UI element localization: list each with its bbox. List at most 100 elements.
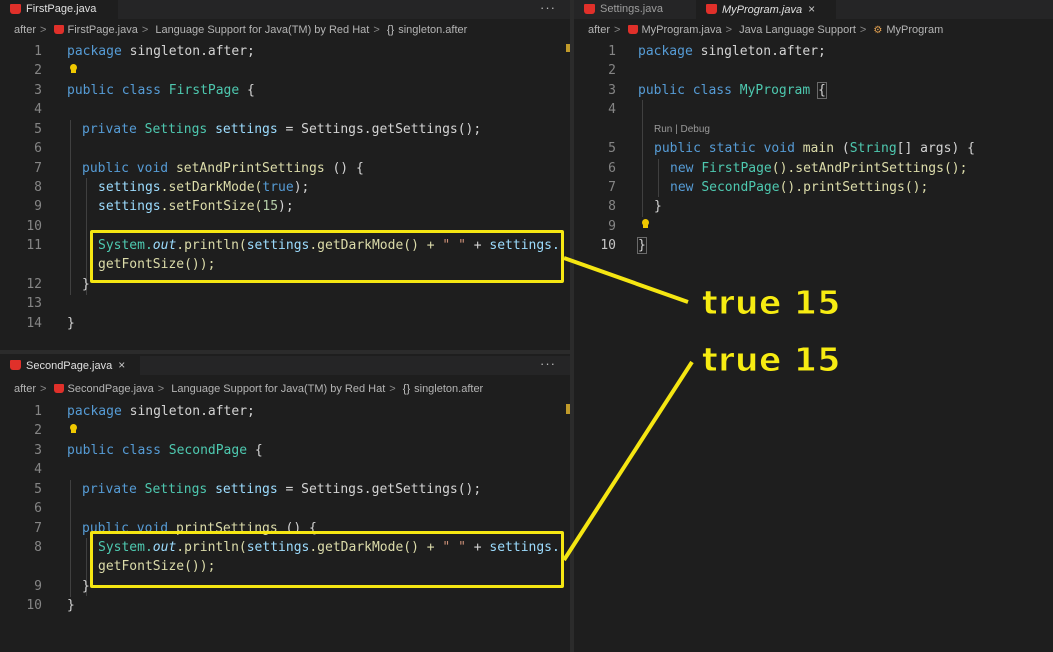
indent-guide bbox=[642, 100, 643, 217]
close-icon[interactable]: × bbox=[808, 2, 815, 16]
highlight-box-first bbox=[90, 230, 564, 283]
chevron-right-icon: > bbox=[373, 24, 380, 36]
output-callout-first: true 15 bbox=[702, 283, 841, 323]
line-number: 3 bbox=[34, 443, 42, 458]
line-number: 4 bbox=[34, 462, 42, 477]
code-line: } bbox=[82, 277, 90, 292]
tab-second-page[interactable]: SecondPage.java × bbox=[0, 356, 140, 375]
code-line: } bbox=[82, 579, 90, 594]
line-number: 7 bbox=[608, 180, 616, 195]
line-number: 10 bbox=[600, 238, 616, 253]
breadcrumb-folder[interactable]: after bbox=[14, 383, 36, 395]
line-number: 7 bbox=[34, 521, 42, 536]
line-number: 1 bbox=[608, 44, 616, 59]
breadcrumb-language-support[interactable]: Language Support for Java(TM) by Red Hat bbox=[171, 383, 385, 395]
close-icon[interactable]: × bbox=[118, 358, 125, 372]
breadcrumb-language-support[interactable]: Language Support for Java(TM) by Red Hat bbox=[155, 24, 369, 36]
line-number: 8 bbox=[34, 180, 42, 195]
class-symbol-icon: ⚙ bbox=[873, 25, 883, 36]
line-number: 2 bbox=[34, 63, 42, 78]
line-number: 14 bbox=[26, 316, 42, 331]
breadcrumb-file[interactable]: FirstPage.java bbox=[68, 24, 138, 36]
code-line: settings.setFontSize(15); bbox=[98, 199, 294, 214]
line-number: 5 bbox=[34, 482, 42, 497]
lightbulb-icon[interactable] bbox=[69, 424, 78, 434]
tab-first-page[interactable]: FirstPage.java bbox=[0, 0, 118, 19]
breadcrumb-folder[interactable]: after bbox=[14, 24, 36, 36]
line-number: 8 bbox=[34, 540, 42, 555]
java-file-icon bbox=[584, 4, 595, 14]
code-line: new FirstPage().setAndPrintSettings(); bbox=[670, 161, 968, 176]
more-actions-icon[interactable]: ··· bbox=[540, 0, 556, 19]
code-line: } bbox=[637, 237, 647, 254]
chevron-right-icon: > bbox=[40, 24, 47, 36]
chevron-right-icon: > bbox=[157, 383, 165, 395]
code-editor[interactable]: 1 2 3 4 5 6 7 8 9 10 package singleton.a… bbox=[0, 402, 570, 652]
editor-pane-first-page: FirstPage.java ··· after > FirstPage.java… bbox=[0, 0, 570, 350]
line-number: 10 bbox=[26, 219, 42, 234]
code-line: private Settings settings = Settings.get… bbox=[82, 482, 482, 497]
line-number: 3 bbox=[608, 83, 616, 98]
breadcrumb-folder[interactable]: after bbox=[588, 24, 610, 36]
tab-bar: SecondPage.java × ··· bbox=[0, 356, 570, 375]
line-number: 13 bbox=[26, 296, 42, 311]
tab-my-program[interactable]: MyProgram.java × bbox=[696, 0, 836, 19]
code-line: settings.setDarkMode(true); bbox=[98, 180, 310, 195]
lightbulb-icon[interactable] bbox=[641, 219, 650, 229]
indent-guide bbox=[70, 480, 71, 597]
code-line: package singleton.after; bbox=[67, 404, 255, 419]
indent-guide bbox=[70, 120, 71, 295]
highlight-box-second bbox=[90, 531, 564, 588]
lightbulb-icon[interactable] bbox=[69, 64, 78, 74]
line-number: 2 bbox=[34, 423, 42, 438]
java-file-icon bbox=[53, 384, 64, 393]
line-number: 9 bbox=[608, 219, 616, 234]
tab-bar: Settings.java MyProgram.java × bbox=[574, 0, 1053, 19]
code-line: public class SecondPage { bbox=[67, 443, 263, 458]
horizontal-split-divider[interactable] bbox=[0, 350, 570, 354]
breadcrumb-class[interactable]: MyProgram bbox=[886, 24, 943, 36]
chevron-right-icon: > bbox=[725, 24, 733, 36]
line-number: 1 bbox=[34, 404, 42, 419]
line-number: 8 bbox=[608, 199, 616, 214]
namespace-icon: {} bbox=[386, 24, 395, 36]
tab-label: Settings.java bbox=[600, 3, 663, 15]
code-editor[interactable]: 1 2 3 4 5 6 7 8 9 10 11 12 13 14 package… bbox=[0, 42, 570, 342]
more-actions-icon[interactable]: ··· bbox=[540, 356, 556, 375]
line-number: 7 bbox=[34, 161, 42, 176]
java-file-icon bbox=[53, 25, 64, 34]
tab-bar: FirstPage.java ··· bbox=[0, 0, 570, 19]
chevron-right-icon: > bbox=[859, 24, 867, 36]
chevron-right-icon: > bbox=[141, 24, 149, 36]
line-number: 5 bbox=[608, 141, 616, 156]
code-line: } bbox=[654, 199, 662, 214]
breadcrumb-package[interactable]: singleton.after bbox=[414, 383, 483, 395]
breadcrumb-language-support[interactable]: Java Language Support bbox=[739, 24, 856, 36]
breadcrumb-package[interactable]: singleton.after bbox=[398, 24, 467, 36]
breadcrumb: after > FirstPage.java > Language Support … bbox=[14, 24, 570, 42]
line-number: 6 bbox=[34, 141, 42, 156]
output-callout-second: true 15 bbox=[702, 340, 841, 380]
breadcrumb: after > MyProgram.java > Java Language Sup… bbox=[588, 24, 1053, 42]
editor-pane-my-program: Settings.java MyProgram.java × after > MyP… bbox=[574, 0, 1053, 652]
code-line: package singleton.after; bbox=[67, 44, 255, 59]
line-number: 3 bbox=[34, 83, 42, 98]
line-number: 9 bbox=[34, 199, 42, 214]
line-number: 6 bbox=[608, 161, 616, 176]
java-file-icon bbox=[627, 25, 638, 34]
code-line: public static void main (String[] args) … bbox=[654, 141, 975, 156]
codelens-run-debug[interactable]: Run | Debug bbox=[654, 124, 710, 135]
breadcrumb-file[interactable]: MyProgram.java bbox=[642, 24, 722, 36]
line-number: 2 bbox=[608, 63, 616, 78]
breadcrumb-file[interactable]: SecondPage.java bbox=[68, 383, 154, 395]
java-file-icon bbox=[10, 360, 21, 370]
indent-guide bbox=[658, 159, 659, 197]
chevron-right-icon: > bbox=[40, 383, 47, 395]
line-number: 6 bbox=[34, 501, 42, 516]
code-line: private Settings settings = Settings.get… bbox=[82, 122, 482, 137]
code-line: package singleton.after; bbox=[638, 44, 826, 59]
code-line: new SecondPage().printSettings(); bbox=[670, 180, 929, 195]
line-number: 5 bbox=[34, 122, 42, 137]
tab-settings[interactable]: Settings.java bbox=[574, 0, 694, 19]
tab-label: SecondPage.java bbox=[26, 360, 113, 372]
